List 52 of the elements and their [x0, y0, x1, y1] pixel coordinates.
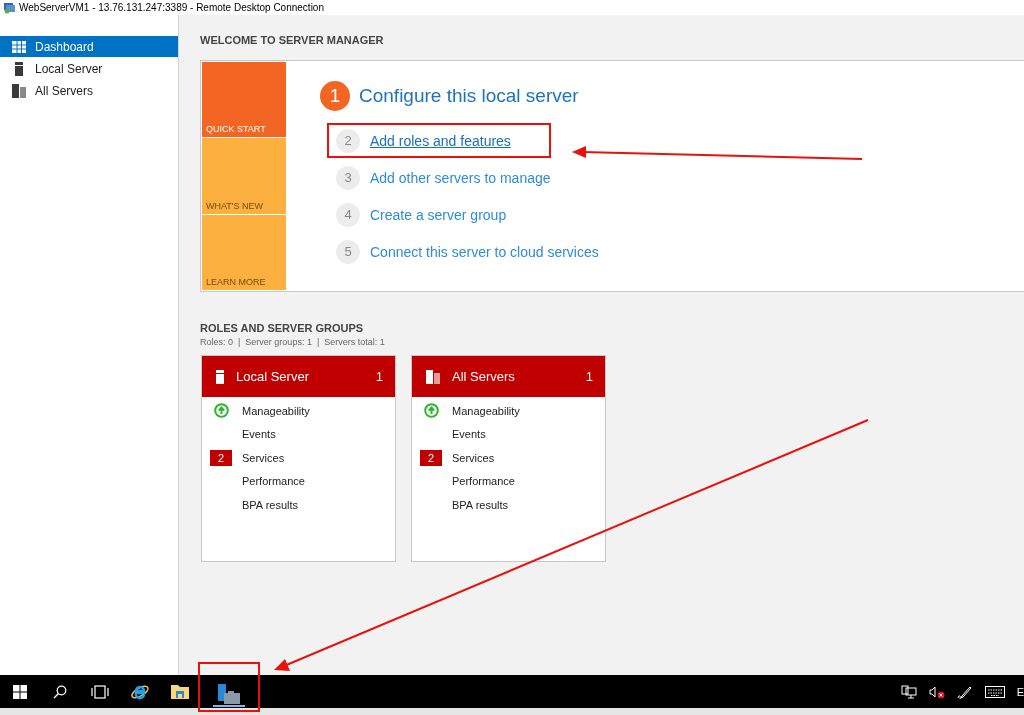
step-number: 1: [320, 81, 350, 111]
network-icon: [900, 684, 917, 699]
task-view-icon[interactable]: [91, 684, 109, 699]
summary-text: Roles: 0 | Server groups: 1 | Servers total: 1: [200, 337, 385, 347]
server-count: 1: [375, 369, 383, 384]
status-item[interactable]: Manageability: [452, 404, 520, 417]
step-number: 4: [336, 202, 360, 227]
tile-tab[interactable]: LEARN MORE: [202, 214, 286, 290]
volume-muted-icon: [928, 684, 945, 699]
sidebar-item[interactable]: Dashboard: [0, 36, 178, 57]
window-title: WebServerVM1 - 13.76.131.247:3389 - Remote Desktop Connection: [19, 2, 324, 13]
server-icon: [216, 369, 224, 384]
step-link[interactable]: Connect this server to cloud services: [370, 243, 599, 260]
status-item[interactable]: Performance: [452, 475, 515, 488]
status-item[interactable]: Events: [242, 428, 276, 441]
section-heading: WELCOME TO SERVER MANAGER: [200, 34, 385, 46]
server-group-card[interactable]: All Servers 1 Manageability Events 2 Services Performance BPA results: [411, 355, 606, 562]
step-number: 3: [336, 165, 360, 190]
status-item[interactable]: Manageability: [242, 404, 310, 417]
step-heading: Configure this local server: [359, 85, 579, 107]
server-count: 1: [585, 369, 593, 384]
section-heading: ROLES AND SERVER GROUPS: [200, 322, 365, 334]
server-icon: [15, 61, 23, 76]
language-indicator[interactable]: E: [1016, 685, 1024, 698]
step-number: 2: [336, 128, 360, 153]
tile-tab[interactable]: WHAT'S NEW: [202, 138, 286, 214]
alert-count: 2: [420, 449, 442, 466]
card-title: All Servers: [452, 369, 516, 384]
step-link[interactable]: Create a server group: [370, 206, 507, 223]
servers-icon: [12, 83, 26, 98]
alert-count: 2: [210, 449, 232, 466]
status-item[interactable]: Services: [452, 451, 495, 464]
remote-desktop-icon: [3, 1, 16, 14]
step-link[interactable]: Add other servers to manage: [370, 169, 551, 186]
server-group-card[interactable]: Local Server 1 Manageability Events 2 Services Performance BPA results: [201, 355, 396, 562]
status-item[interactable]: BPA results: [452, 498, 509, 511]
step-link[interactable]: Add roles and features: [370, 132, 511, 149]
status-item[interactable]: Events: [452, 428, 486, 441]
search-icon[interactable]: [53, 684, 67, 699]
status-item[interactable]: BPA results: [242, 498, 299, 511]
sidebar-item[interactable]: All Servers: [0, 80, 178, 101]
card-title: Local Server: [236, 369, 310, 384]
status-item[interactable]: Performance: [242, 475, 305, 488]
status-item[interactable]: Services: [242, 451, 285, 464]
servers-icon: [426, 369, 440, 384]
step-number: 5: [336, 239, 360, 264]
keyboard-icon: [984, 685, 1005, 698]
windows-start-icon[interactable]: [13, 684, 27, 699]
sidebar-item[interactable]: Local Server: [0, 58, 178, 79]
folder-icon[interactable]: [171, 684, 189, 699]
server-manager-icon[interactable]: [213, 684, 245, 707]
dashboard-grid-icon: [12, 40, 26, 53]
